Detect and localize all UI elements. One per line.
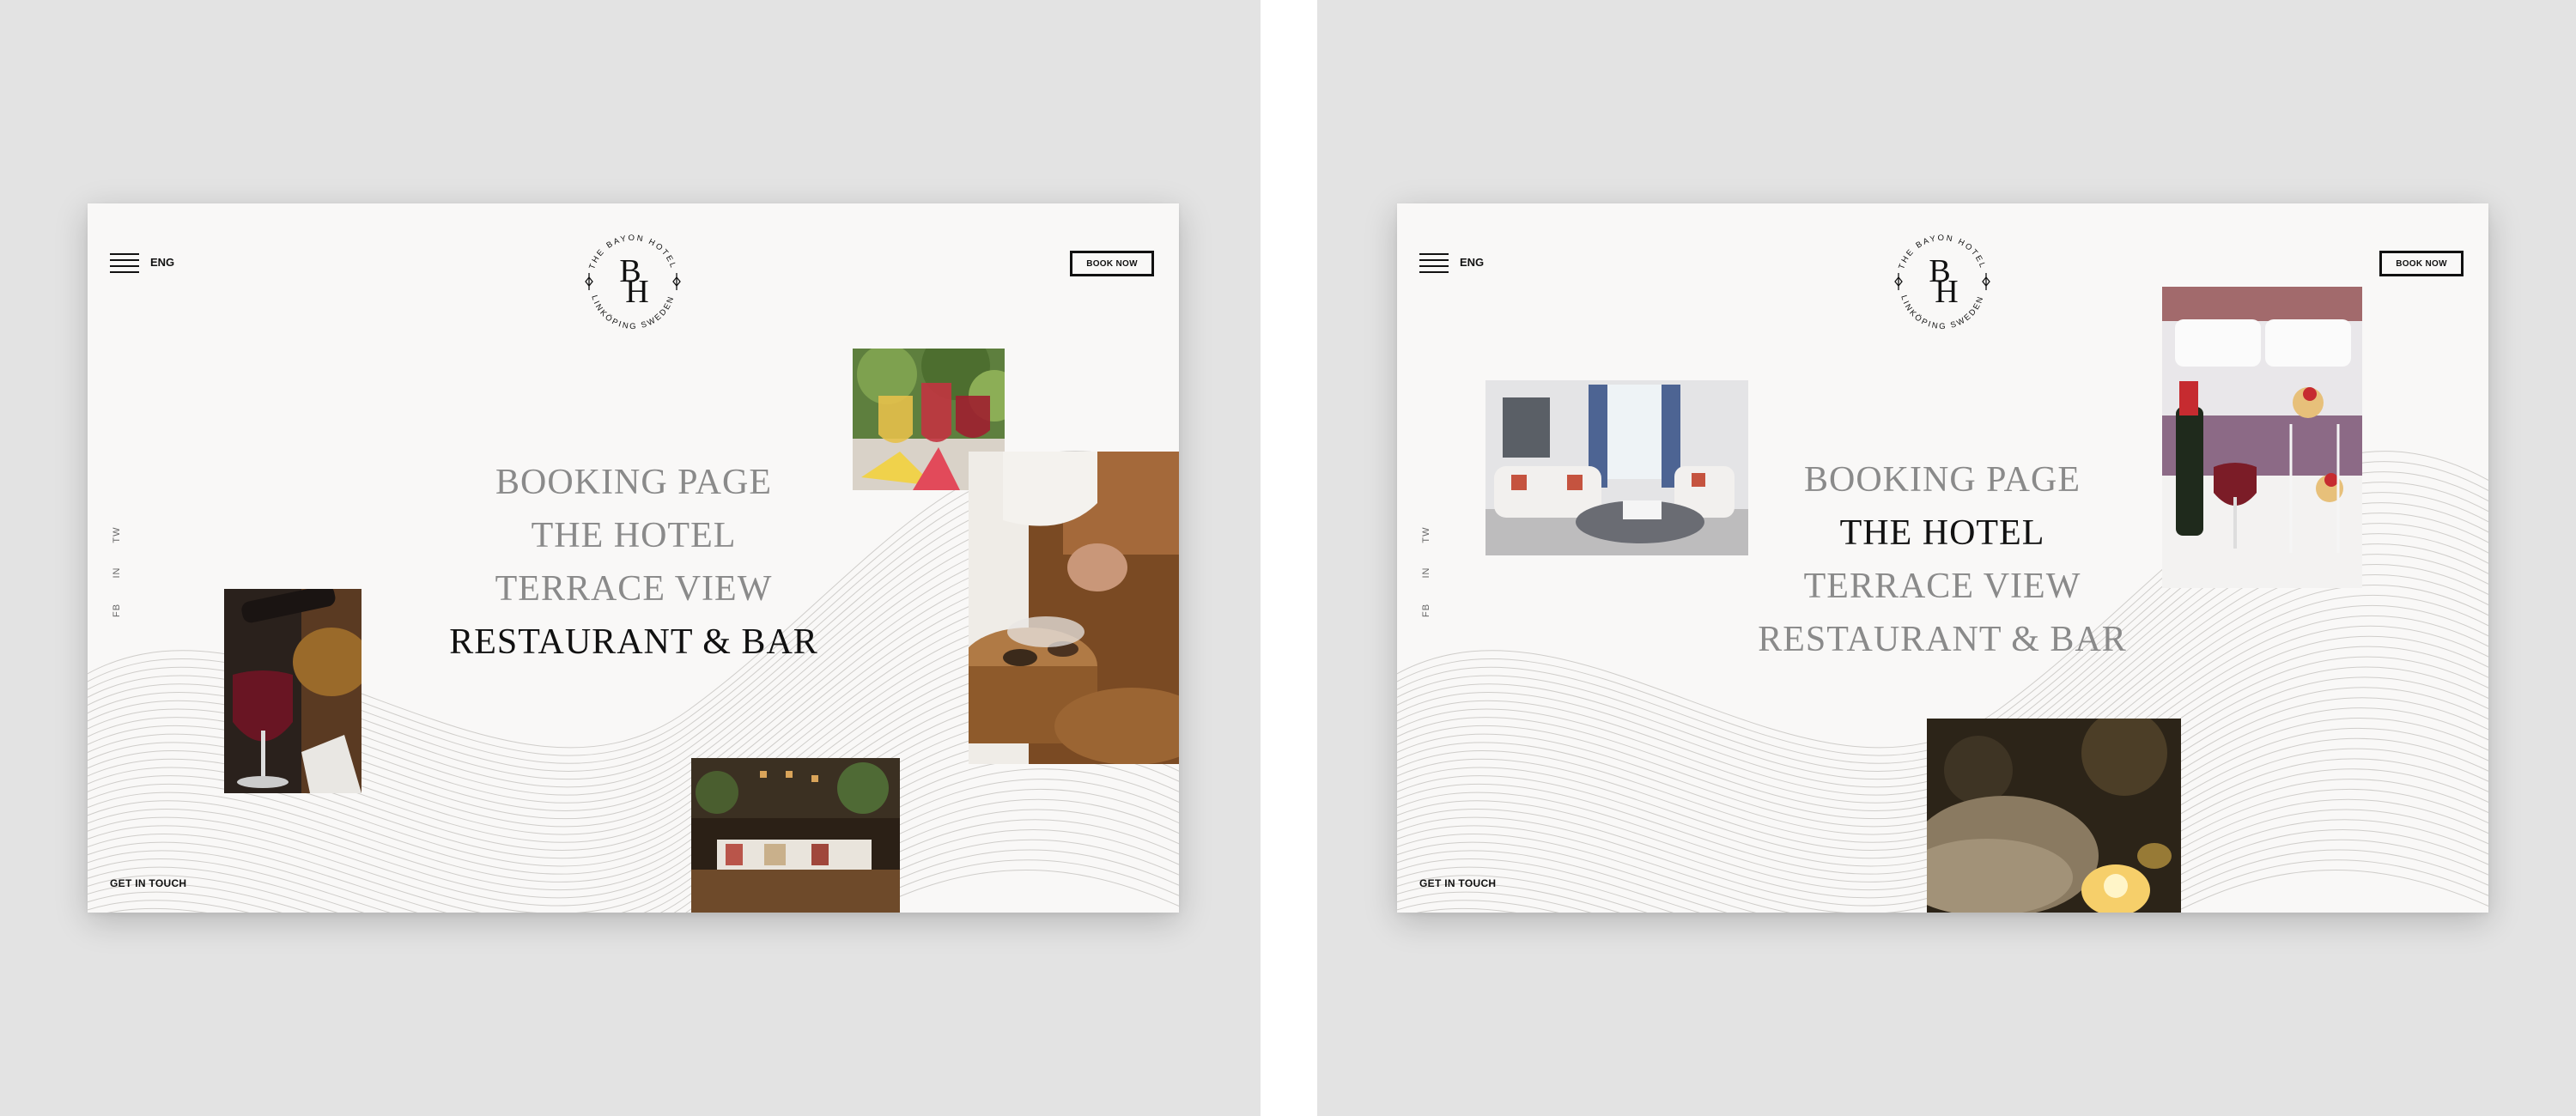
bar-counter-photo — [691, 758, 900, 913]
social-link-in[interactable]: IN — [1421, 564, 1431, 581]
room-champagne-photo — [2162, 287, 2362, 588]
nav-item-the-hotel[interactable]: THE HOTEL — [1719, 506, 2166, 560]
logo-monogram-h: H — [1935, 274, 1958, 310]
language-switcher[interactable]: ENG — [1460, 256, 1484, 269]
wave-line — [863, 869, 1179, 913]
chef-plating-photo — [969, 452, 1179, 764]
nav-item-restaurant-bar[interactable]: RESTAURANT & BAR — [410, 616, 857, 669]
logo-fleur-right-icon — [672, 273, 681, 290]
left-screen: ENG THE BAYON HOTEL LINKÖPING SWEDEN B H… — [88, 203, 1179, 913]
nav-item-terrace-view[interactable]: TERRACE VIEW — [410, 562, 857, 616]
logo-monogram-h: H — [625, 274, 648, 310]
hotel-logo: THE BAYON HOTEL LINKÖPING SWEDEN B H — [585, 234, 681, 331]
nav-item-booking-page[interactable]: BOOKING PAGE — [410, 456, 857, 509]
hamburger-menu-icon[interactable] — [110, 253, 139, 274]
main-navigation-list: BOOKING PAGE THE HOTEL TERRACE VIEW REST… — [410, 456, 857, 669]
social-links: TW IN FB — [1418, 526, 1435, 624]
logo-fleur-right-icon — [1982, 273, 1990, 290]
screen-divider — [1261, 0, 1317, 1116]
language-switcher[interactable]: ENG — [150, 256, 174, 269]
wave-line — [793, 819, 1179, 913]
social-link-tw[interactable]: TW — [1421, 526, 1431, 543]
spa-towels-photo — [1927, 719, 2181, 913]
wave-line — [782, 809, 1179, 913]
nav-item-the-hotel[interactable]: THE HOTEL — [410, 509, 857, 562]
social-link-fb[interactable]: FB — [112, 602, 122, 619]
social-link-in[interactable]: IN — [112, 564, 122, 581]
hamburger-menu-icon[interactable] — [1419, 253, 1449, 274]
book-now-button[interactable]: BOOK NOW — [1070, 251, 1154, 276]
get-in-touch-link[interactable]: GET IN TOUCH — [110, 877, 186, 889]
hotel-logo: THE BAYON HOTEL LINKÖPING SWEDEN B H — [1894, 234, 1990, 331]
hotel-living-room-photo — [1485, 380, 1748, 555]
wine-pouring-photo — [224, 589, 361, 793]
social-link-tw[interactable]: TW — [112, 526, 122, 543]
nav-item-booking-page[interactable]: BOOKING PAGE — [1719, 453, 2166, 506]
main-navigation-list: BOOKING PAGE THE HOTEL TERRACE VIEW REST… — [1719, 453, 2166, 666]
logo-fleur-left-icon — [585, 273, 593, 290]
right-screen: ENG THE BAYON HOTEL LINKÖPING SWEDEN B H… — [1397, 203, 2488, 913]
get-in-touch-link[interactable]: GET IN TOUCH — [1419, 877, 1496, 889]
logo-fleur-left-icon — [1894, 273, 1903, 290]
wave-line — [833, 849, 1179, 913]
nav-item-terrace-view[interactable]: TERRACE VIEW — [1719, 560, 2166, 613]
book-now-button[interactable]: BOOK NOW — [2379, 251, 2464, 276]
social-links: TW IN FB — [108, 526, 125, 624]
social-link-fb[interactable]: FB — [1421, 602, 1431, 619]
nav-item-restaurant-bar[interactable]: RESTAURANT & BAR — [1719, 613, 2166, 666]
